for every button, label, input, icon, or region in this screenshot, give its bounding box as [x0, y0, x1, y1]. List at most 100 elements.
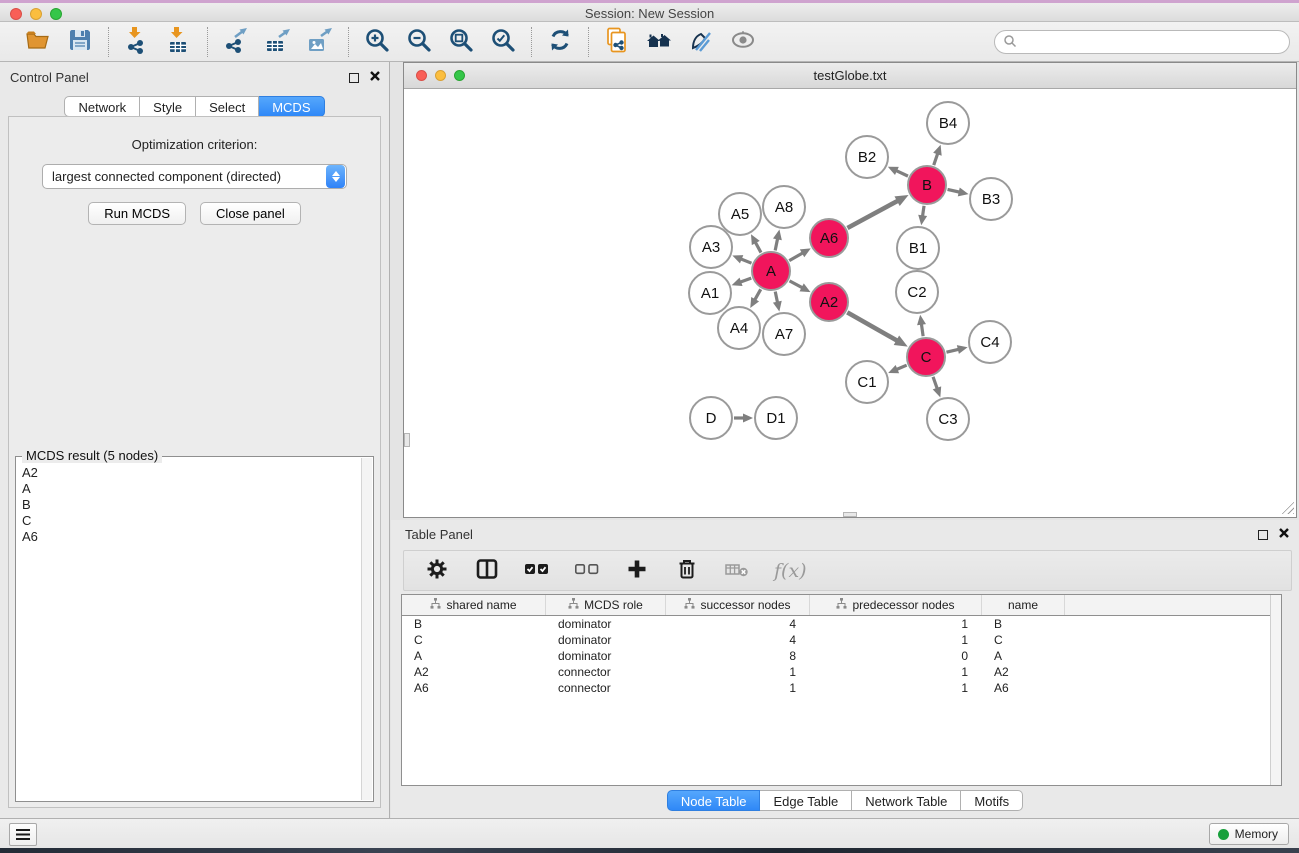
table-cell[interactable]: dominator: [546, 632, 666, 648]
table-row[interactable]: A2connector11A2: [402, 664, 1281, 680]
deselect-all-button[interactable]: [574, 558, 600, 584]
tab-node-table[interactable]: Node Table: [667, 790, 761, 811]
zoom-fit-button[interactable]: [445, 26, 477, 58]
export-network-button[interactable]: [220, 26, 252, 58]
import-table-button[interactable]: [163, 26, 195, 58]
tab-style[interactable]: Style: [140, 96, 196, 117]
table-cell[interactable]: A2: [982, 664, 1065, 680]
network-graph: B4B2BB3A5A8A6B1A3AC2A1A2A4A7C4CC1C3DD1: [404, 89, 1296, 516]
close-panel-icon[interactable]: [1278, 527, 1290, 542]
result-scrollbar[interactable]: [361, 458, 372, 800]
table-cell[interactable]: C: [402, 632, 546, 648]
table-cell[interactable]: A6: [982, 680, 1065, 696]
zoom-selected-button[interactable]: [487, 26, 519, 58]
table-cell[interactable]: dominator: [546, 648, 666, 664]
search-field[interactable]: [994, 30, 1290, 54]
table-cell[interactable]: 8: [666, 648, 810, 664]
edge-C-C4[interactable]: [946, 349, 959, 352]
zoom-in-button[interactable]: [361, 26, 393, 58]
table-cell[interactable]: 1: [810, 632, 982, 648]
float-panel-icon[interactable]: [1258, 530, 1268, 540]
splitter-handle-icon[interactable]: [404, 433, 410, 447]
column-header-MCDS-role[interactable]: MCDS role: [546, 595, 666, 615]
tab-select[interactable]: Select: [196, 96, 259, 117]
edge-A-A6[interactable]: [789, 252, 804, 260]
table-scrollbar[interactable]: [1270, 595, 1281, 785]
table-row[interactable]: A6connector11A6: [402, 680, 1281, 696]
save-session-button[interactable]: [64, 26, 96, 58]
table-cell[interactable]: C: [982, 632, 1065, 648]
float-panel-icon[interactable]: [349, 73, 359, 83]
edge-A-A4[interactable]: [754, 289, 761, 301]
edge-C-C2[interactable]: [921, 323, 923, 336]
open-session-button[interactable]: [22, 26, 54, 58]
edge-A2-C[interactable]: [847, 312, 898, 341]
edge-B-B3[interactable]: [948, 189, 961, 192]
result-item[interactable]: B: [17, 497, 361, 513]
edge-B-B4[interactable]: [934, 152, 938, 165]
result-item[interactable]: C: [17, 513, 361, 529]
table-cell[interactable]: 1: [810, 664, 982, 680]
memory-button[interactable]: Memory: [1209, 823, 1289, 845]
table-cell[interactable]: 0: [810, 648, 982, 664]
refresh-icon: [546, 26, 574, 57]
table-cell[interactable]: dominator: [546, 616, 666, 632]
table-row[interactable]: Adominator80A: [402, 648, 1281, 664]
table-cell[interactable]: 1: [810, 616, 982, 632]
table-cell[interactable]: 4: [666, 616, 810, 632]
table-row[interactable]: Cdominator41C: [402, 632, 1281, 648]
hide-labels-button[interactable]: [685, 26, 717, 58]
add-button[interactable]: [624, 558, 650, 584]
table-cell[interactable]: 1: [810, 680, 982, 696]
table-cell[interactable]: 1: [666, 680, 810, 696]
close-panel-button[interactable]: Close panel: [200, 202, 301, 225]
column-header-name[interactable]: name: [982, 595, 1065, 615]
search-input[interactable]: [1017, 32, 1289, 52]
table-row[interactable]: Bdominator41B: [402, 616, 1281, 632]
network-canvas[interactable]: B4B2BB3A5A8A6B1A3AC2A1A2A4A7C4CC1C3DD1: [404, 89, 1296, 516]
select-all-button[interactable]: [524, 558, 550, 584]
edge-B-B2[interactable]: [895, 170, 908, 176]
export-image-button[interactable]: [304, 26, 336, 58]
table-cell[interactable]: B: [982, 616, 1065, 632]
run-mcds-button[interactable]: Run MCDS: [88, 202, 186, 225]
tab-edge-table[interactable]: Edge Table: [760, 790, 852, 811]
table-cell[interactable]: A2: [402, 664, 546, 680]
export-table-button[interactable]: [262, 26, 294, 58]
tab-network[interactable]: Network: [64, 96, 140, 117]
edge-A-A2[interactable]: [790, 281, 804, 288]
result-item[interactable]: A: [17, 481, 361, 497]
network-document-button[interactable]: [601, 26, 633, 58]
result-item[interactable]: A6: [17, 529, 361, 545]
edge-A6-B[interactable]: [847, 200, 898, 228]
table-cell[interactable]: A6: [402, 680, 546, 696]
table-cell[interactable]: A: [402, 648, 546, 664]
gear-button[interactable]: [424, 558, 450, 584]
criterion-dropdown[interactable]: largest connected component (directed): [42, 164, 347, 189]
table-cell[interactable]: connector: [546, 664, 666, 680]
edge-C-C3[interactable]: [933, 377, 938, 390]
eye-button[interactable]: [727, 26, 759, 58]
tab-network-table[interactable]: Network Table: [852, 790, 961, 811]
import-network-button[interactable]: [121, 26, 153, 58]
tab-mcds[interactable]: MCDS: [259, 96, 324, 117]
zoom-out-button[interactable]: [403, 26, 435, 58]
close-panel-icon[interactable]: [369, 70, 381, 85]
table-cell[interactable]: B: [402, 616, 546, 632]
tab-motifs[interactable]: Motifs: [961, 790, 1023, 811]
splitter-handle-icon[interactable]: [843, 512, 857, 517]
result-item[interactable]: A2: [17, 465, 361, 481]
network-window-titlebar[interactable]: testGlobe.txt: [404, 63, 1296, 89]
delete-button[interactable]: [674, 558, 700, 584]
table-cell[interactable]: A: [982, 648, 1065, 664]
refresh-button[interactable]: [544, 26, 576, 58]
table-cell[interactable]: 1: [666, 664, 810, 680]
columns-button[interactable]: [474, 558, 500, 584]
table-cell[interactable]: connector: [546, 680, 666, 696]
column-header-successor-nodes[interactable]: successor nodes: [666, 595, 810, 615]
home-button[interactable]: [643, 26, 675, 58]
table-cell[interactable]: 4: [666, 632, 810, 648]
task-history-button[interactable]: [9, 823, 37, 846]
column-header-predecessor-nodes[interactable]: predecessor nodes: [810, 595, 982, 615]
column-header-shared-name[interactable]: shared name: [402, 595, 546, 615]
